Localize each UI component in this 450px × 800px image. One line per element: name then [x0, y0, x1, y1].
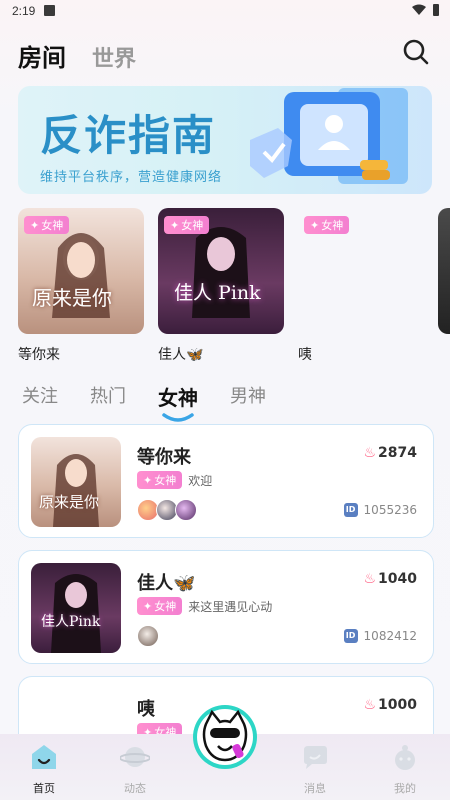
status-time: 2:19	[12, 4, 36, 18]
home-icon	[32, 745, 56, 769]
tab-world[interactable]: 世界	[92, 41, 136, 73]
tab-hot[interactable]: 热门	[90, 382, 126, 411]
room-heat: ♨ 1000	[363, 697, 417, 713]
portrait-image	[51, 574, 101, 653]
room-name: 等你来	[137, 447, 191, 468]
thumbnail-caption: 原来是你	[39, 493, 100, 511]
nav-label: 首页	[33, 782, 55, 795]
featured-name: 咦	[298, 347, 312, 363]
room-members	[137, 625, 159, 647]
tab-god[interactable]: 男神	[230, 382, 266, 411]
sparkle-icon: ✦	[170, 218, 180, 232]
room-id: ID 1082412	[343, 629, 417, 643]
flame-icon: ♨	[363, 697, 377, 713]
featured-thumbnail	[438, 208, 450, 334]
avatar	[137, 625, 159, 647]
avatar	[175, 499, 197, 521]
anti-fraud-banner[interactable]: 反诈指南 维持平台秩序，营造健康网络	[18, 86, 432, 194]
thumbnail-caption: 佳人 Pink	[174, 282, 261, 304]
message-icon	[304, 746, 327, 769]
nav-profile[interactable]: 我的	[375, 742, 435, 796]
nav-home[interactable]: 首页	[14, 742, 74, 796]
nav-feed[interactable]: 动态	[105, 742, 165, 796]
featured-card[interactable]	[438, 208, 450, 334]
room-notice: 欢迎	[188, 473, 213, 488]
room-heat: ♨ 2874	[363, 445, 417, 461]
room-heat: ♨ 1040	[363, 571, 417, 587]
featured-thumbnail: ✦ 女神	[298, 208, 424, 334]
id-card-shield-illustration	[250, 88, 408, 184]
featured-name: 佳人🦋	[158, 347, 204, 363]
banner-subtitle: 维持平台秩序，营造健康网络	[40, 170, 223, 185]
flame-icon: ♨	[363, 445, 377, 461]
flame-icon: ♨	[363, 571, 377, 587]
sparkle-icon: ✦	[143, 599, 153, 613]
tab-rooms[interactable]: 房间	[18, 38, 66, 73]
room-notice: 来这里遇见心动	[188, 599, 273, 614]
goddess-tag: ✦ 女神	[137, 597, 183, 615]
featured-card[interactable]: ✦ 女神 佳人 Pink 佳人🦋	[158, 208, 284, 364]
featured-rooms: ✦ 女神 原来是你 等你来 ✦ 女神 佳人 Pink 佳人🦋 ✦ 女神 咦	[18, 208, 450, 368]
featured-name: 等你来	[18, 347, 60, 363]
goddess-tag: ✦ 女神	[137, 471, 183, 489]
room-thumbnail: 佳人Pink	[31, 563, 121, 653]
nav-messages[interactable]: 消息	[285, 742, 345, 796]
portrait-image	[53, 454, 99, 527]
nav-label: 动态	[124, 782, 146, 795]
battery-icon	[433, 4, 439, 16]
tab-following[interactable]: 关注	[22, 382, 58, 411]
room-name: 咦	[137, 699, 155, 720]
active-tab-indicator	[162, 413, 194, 422]
status-bar: 2:19	[0, 0, 450, 22]
wifi-icon	[412, 4, 426, 15]
sparkle-icon: ✦	[310, 218, 320, 232]
goddess-tag: ✦ 女神	[164, 216, 210, 234]
nav-label: 消息	[304, 782, 326, 795]
room-tagline: ✦ 女神 来这里遇见心动	[137, 597, 272, 615]
category-tabs: 关注 热门 女神 男神	[22, 382, 266, 422]
room-thumbnail: 原来是你	[31, 437, 121, 527]
tab-goddess[interactable]: 女神	[158, 382, 198, 422]
live-mascot-button[interactable]	[192, 704, 258, 770]
profile-icon	[395, 745, 415, 770]
id-icon: ID	[343, 629, 358, 643]
thumbnail-caption: 原来是你	[32, 286, 112, 310]
id-icon: ID	[343, 503, 358, 517]
room-card[interactable]: 原来是你 等你来 ♨ 2874 ✦ 女神 欢迎 ID 1055236	[18, 424, 434, 538]
goddess-tag: ✦ 女神	[304, 216, 350, 234]
featured-thumbnail: ✦ 女神 原来是你	[18, 208, 144, 334]
portrait-image	[52, 233, 110, 318]
search-icon[interactable]	[402, 38, 430, 66]
room-members	[137, 499, 197, 521]
room-id: ID 1055236	[343, 503, 417, 517]
featured-thumbnail: ✦ 女神 佳人 Pink	[158, 208, 284, 334]
planet-icon	[119, 747, 151, 767]
top-tabs: 房间 世界	[18, 38, 136, 73]
thumbnail-caption: 佳人Pink	[41, 614, 101, 630]
room-tagline: ✦ 女神 欢迎	[137, 471, 212, 489]
banner-title: 反诈指南	[40, 111, 217, 160]
notification-icon	[44, 5, 55, 16]
room-card[interactable]: 佳人Pink 佳人🦋 ♨ 1040 ✦ 女神 来这里遇见心动 ID 1082412	[18, 550, 434, 664]
sparkle-icon: ✦	[143, 473, 153, 487]
nav-label: 我的	[394, 782, 416, 795]
featured-card[interactable]: ✦ 女神 咦	[298, 208, 424, 364]
featured-card[interactable]: ✦ 女神 原来是你 等你来	[18, 208, 144, 364]
room-name: 佳人🦋	[137, 573, 196, 594]
